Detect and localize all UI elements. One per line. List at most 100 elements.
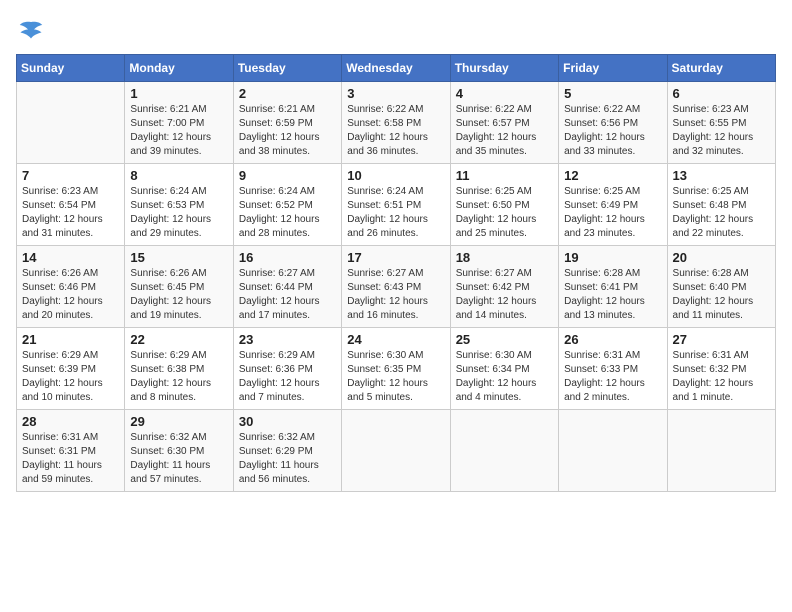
calendar-cell: 21 Sunrise: 6:29 AM Sunset: 6:39 PM Dayli… (17, 328, 125, 410)
day-number: 25 (456, 332, 553, 347)
calendar-cell: 20 Sunrise: 6:28 AM Sunset: 6:40 PM Dayli… (667, 246, 775, 328)
day-info: Sunrise: 6:27 AM Sunset: 6:42 PM Dayligh… (456, 267, 553, 323)
calendar-cell: 17 Sunrise: 6:27 AM Sunset: 6:43 PM Dayli… (342, 246, 450, 328)
day-number: 23 (239, 332, 336, 347)
header-monday: Monday (125, 55, 233, 82)
calendar-cell: 11 Sunrise: 6:25 AM Sunset: 6:50 PM Dayli… (450, 164, 558, 246)
day-info: Sunrise: 6:32 AM Sunset: 6:30 PM Dayligh… (130, 431, 227, 487)
calendar-cell: 10Sunrise: 6:24 AM Sunset: 6:51 PM Dayli… (342, 164, 450, 246)
header-sunday: Sunday (17, 55, 125, 82)
day-info: Sunrise: 6:26 AM Sunset: 6:46 PM Dayligh… (22, 267, 119, 323)
day-number: 1 (130, 86, 227, 101)
day-number: 16 (239, 250, 336, 265)
week-row-2: 7 Sunrise: 6:23 AM Sunset: 6:54 PM Daylig… (17, 164, 776, 246)
day-number: 6 (673, 86, 770, 101)
calendar-table: SundayMondayTuesdayWednesdayThursdayFrid… (16, 54, 776, 492)
logo (16, 16, 50, 46)
calendar-cell (450, 410, 558, 492)
day-number: 14 (22, 250, 119, 265)
calendar-cell: 29 Sunrise: 6:32 AM Sunset: 6:30 PM Dayli… (125, 410, 233, 492)
calendar-cell: 8Sunrise: 6:24 AM Sunset: 6:53 PM Daylig… (125, 164, 233, 246)
calendar-header-row: SundayMondayTuesdayWednesdayThursdayFrid… (17, 55, 776, 82)
day-info: Sunrise: 6:30 AM Sunset: 6:34 PM Dayligh… (456, 349, 553, 405)
logo-icon (16, 16, 46, 46)
calendar-cell: 28 Sunrise: 6:31 AM Sunset: 6:31 PM Dayli… (17, 410, 125, 492)
calendar-cell: 12Sunrise: 6:25 AM Sunset: 6:49 PM Dayli… (559, 164, 667, 246)
calendar-cell: 30 Sunrise: 6:32 AM Sunset: 6:29 PM Dayli… (233, 410, 341, 492)
day-info: Sunrise: 6:31 AM Sunset: 6:32 PM Dayligh… (673, 349, 770, 405)
day-number: 21 (22, 332, 119, 347)
day-info: Sunrise: 6:27 AM Sunset: 6:43 PM Dayligh… (347, 267, 444, 323)
day-info: Sunrise: 6:24 AM Sunset: 6:52 PM Dayligh… (239, 185, 336, 241)
calendar-cell: 22Sunrise: 6:29 AM Sunset: 6:38 PM Dayli… (125, 328, 233, 410)
page-header (16, 16, 776, 46)
day-number: 9 (239, 168, 336, 183)
day-number: 30 (239, 414, 336, 429)
calendar-cell: 26Sunrise: 6:31 AM Sunset: 6:33 PM Dayli… (559, 328, 667, 410)
day-info: Sunrise: 6:32 AM Sunset: 6:29 PM Dayligh… (239, 431, 336, 487)
day-info: Sunrise: 6:25 AM Sunset: 6:48 PM Dayligh… (673, 185, 770, 241)
calendar-cell: 18 Sunrise: 6:27 AM Sunset: 6:42 PM Dayli… (450, 246, 558, 328)
calendar-cell: 6 Sunrise: 6:23 AM Sunset: 6:55 PM Daylig… (667, 82, 775, 164)
calendar-cell: 2 Sunrise: 6:21 AM Sunset: 6:59 PM Daylig… (233, 82, 341, 164)
day-number: 11 (456, 168, 553, 183)
day-number: 15 (130, 250, 227, 265)
week-row-3: 14 Sunrise: 6:26 AM Sunset: 6:46 PM Dayli… (17, 246, 776, 328)
calendar-cell (342, 410, 450, 492)
calendar-cell: 13 Sunrise: 6:25 AM Sunset: 6:48 PM Dayli… (667, 164, 775, 246)
day-number: 17 (347, 250, 444, 265)
calendar-cell: 25 Sunrise: 6:30 AM Sunset: 6:34 PM Dayli… (450, 328, 558, 410)
day-number: 4 (456, 86, 553, 101)
day-info: Sunrise: 6:29 AM Sunset: 6:39 PM Dayligh… (22, 349, 119, 405)
day-info: Sunrise: 6:26 AM Sunset: 6:45 PM Dayligh… (130, 267, 227, 323)
day-info: Sunrise: 6:27 AM Sunset: 6:44 PM Dayligh… (239, 267, 336, 323)
header-thursday: Thursday (450, 55, 558, 82)
day-info: Sunrise: 6:23 AM Sunset: 6:54 PM Dayligh… (22, 185, 119, 241)
week-row-1: 1 Sunrise: 6:21 AM Sunset: 7:00 PM Daylig… (17, 82, 776, 164)
week-row-5: 28 Sunrise: 6:31 AM Sunset: 6:31 PM Dayli… (17, 410, 776, 492)
calendar-cell: 23 Sunrise: 6:29 AM Sunset: 6:36 PM Dayli… (233, 328, 341, 410)
calendar-cell: 4Sunrise: 6:22 AM Sunset: 6:57 PM Daylig… (450, 82, 558, 164)
calendar-cell: 3Sunrise: 6:22 AM Sunset: 6:58 PM Daylig… (342, 82, 450, 164)
header-friday: Friday (559, 55, 667, 82)
day-info: Sunrise: 6:23 AM Sunset: 6:55 PM Dayligh… (673, 103, 770, 159)
day-number: 29 (130, 414, 227, 429)
day-number: 2 (239, 86, 336, 101)
day-info: Sunrise: 6:22 AM Sunset: 6:56 PM Dayligh… (564, 103, 661, 159)
calendar-cell: 9 Sunrise: 6:24 AM Sunset: 6:52 PM Daylig… (233, 164, 341, 246)
day-info: Sunrise: 6:29 AM Sunset: 6:36 PM Dayligh… (239, 349, 336, 405)
day-info: Sunrise: 6:21 AM Sunset: 7:00 PM Dayligh… (130, 103, 227, 159)
day-number: 12 (564, 168, 661, 183)
day-number: 19 (564, 250, 661, 265)
day-number: 27 (673, 332, 770, 347)
calendar-cell: 16 Sunrise: 6:27 AM Sunset: 6:44 PM Dayli… (233, 246, 341, 328)
calendar-cell: 5Sunrise: 6:22 AM Sunset: 6:56 PM Daylig… (559, 82, 667, 164)
calendar-cell (17, 82, 125, 164)
calendar-cell (559, 410, 667, 492)
day-number: 24 (347, 332, 444, 347)
day-number: 13 (673, 168, 770, 183)
calendar-cell: 27 Sunrise: 6:31 AM Sunset: 6:32 PM Dayli… (667, 328, 775, 410)
day-number: 28 (22, 414, 119, 429)
day-number: 18 (456, 250, 553, 265)
week-row-4: 21 Sunrise: 6:29 AM Sunset: 6:39 PM Dayli… (17, 328, 776, 410)
day-info: Sunrise: 6:25 AM Sunset: 6:50 PM Dayligh… (456, 185, 553, 241)
calendar-cell (667, 410, 775, 492)
calendar-cell: 24 Sunrise: 6:30 AM Sunset: 6:35 PM Dayli… (342, 328, 450, 410)
calendar-cell: 19Sunrise: 6:28 AM Sunset: 6:41 PM Dayli… (559, 246, 667, 328)
day-info: Sunrise: 6:31 AM Sunset: 6:31 PM Dayligh… (22, 431, 119, 487)
day-number: 8 (130, 168, 227, 183)
day-info: Sunrise: 6:30 AM Sunset: 6:35 PM Dayligh… (347, 349, 444, 405)
day-info: Sunrise: 6:22 AM Sunset: 6:58 PM Dayligh… (347, 103, 444, 159)
day-info: Sunrise: 6:21 AM Sunset: 6:59 PM Dayligh… (239, 103, 336, 159)
calendar-cell: 14 Sunrise: 6:26 AM Sunset: 6:46 PM Dayli… (17, 246, 125, 328)
day-number: 20 (673, 250, 770, 265)
header-wednesday: Wednesday (342, 55, 450, 82)
day-number: 26 (564, 332, 661, 347)
day-number: 10 (347, 168, 444, 183)
header-saturday: Saturday (667, 55, 775, 82)
day-number: 7 (22, 168, 119, 183)
header-tuesday: Tuesday (233, 55, 341, 82)
day-info: Sunrise: 6:28 AM Sunset: 6:40 PM Dayligh… (673, 267, 770, 323)
calendar-cell: 15 Sunrise: 6:26 AM Sunset: 6:45 PM Dayli… (125, 246, 233, 328)
